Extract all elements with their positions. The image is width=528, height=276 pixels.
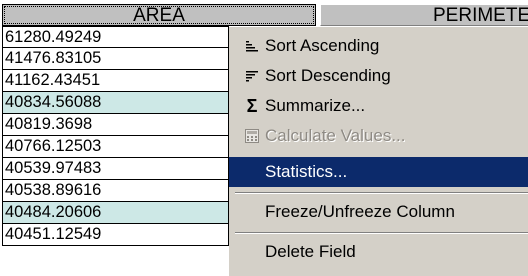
- table-row-selected[interactable]: 40834.56088: [2, 92, 229, 114]
- area-column-cells: 61280.49249 41476.83105 41162.43451 4083…: [2, 26, 229, 246]
- context-menu: Sort Ascending Sort Descending Σ Summari…: [229, 26, 528, 276]
- column-header-area-label: AREA: [4, 6, 314, 25]
- table-row[interactable]: 40766.12503: [2, 136, 229, 158]
- table-row[interactable]: 41476.83105: [2, 48, 229, 70]
- menu-item-summarize[interactable]: Σ Summarize...: [229, 91, 528, 121]
- calculator-icon: [243, 121, 261, 151]
- table-row[interactable]: 61280.49249: [2, 26, 229, 48]
- menu-item-label: Freeze/Unfreeze Column: [265, 202, 455, 221]
- table-row[interactable]: 40819.3698: [2, 114, 229, 136]
- table-row-selected[interactable]: 40484.20606: [2, 202, 229, 224]
- menu-item-label: Calculate Values...: [265, 126, 406, 145]
- menu-item-calculate-values[interactable]: Calculate Values...: [229, 121, 528, 151]
- menu-item-label: Sort Descending: [265, 66, 391, 85]
- menu-item-sort-ascending[interactable]: Sort Ascending: [229, 31, 528, 61]
- menu-separator: [235, 232, 528, 234]
- menu-item-label: Statistics...: [265, 162, 348, 181]
- menu-item-label: Sort Ascending: [265, 36, 380, 55]
- sort-descending-icon: [243, 61, 261, 91]
- menu-item-label: Summarize...: [265, 96, 366, 115]
- table-row[interactable]: 40539.97483: [2, 158, 229, 180]
- table-row[interactable]: 40451.12549: [2, 224, 229, 246]
- menu-item-statistics[interactable]: Statistics...: [229, 157, 528, 187]
- menu-item-delete-field[interactable]: Delete Field: [229, 237, 528, 267]
- table-row[interactable]: 40538.89616: [2, 180, 229, 202]
- menu-item-label: Delete Field: [265, 242, 356, 261]
- column-header-area[interactable]: AREA: [2, 4, 316, 26]
- menu-item-sort-descending[interactable]: Sort Descending: [229, 61, 528, 91]
- sort-ascending-icon: [243, 31, 261, 61]
- menu-separator: [235, 192, 528, 194]
- column-header-perimeter[interactable]: PERIMETER: [320, 4, 528, 26]
- menu-item-freeze-column[interactable]: Freeze/Unfreeze Column: [229, 197, 528, 227]
- sigma-icon: Σ: [246, 96, 258, 116]
- table-row[interactable]: 41162.43451: [2, 70, 229, 92]
